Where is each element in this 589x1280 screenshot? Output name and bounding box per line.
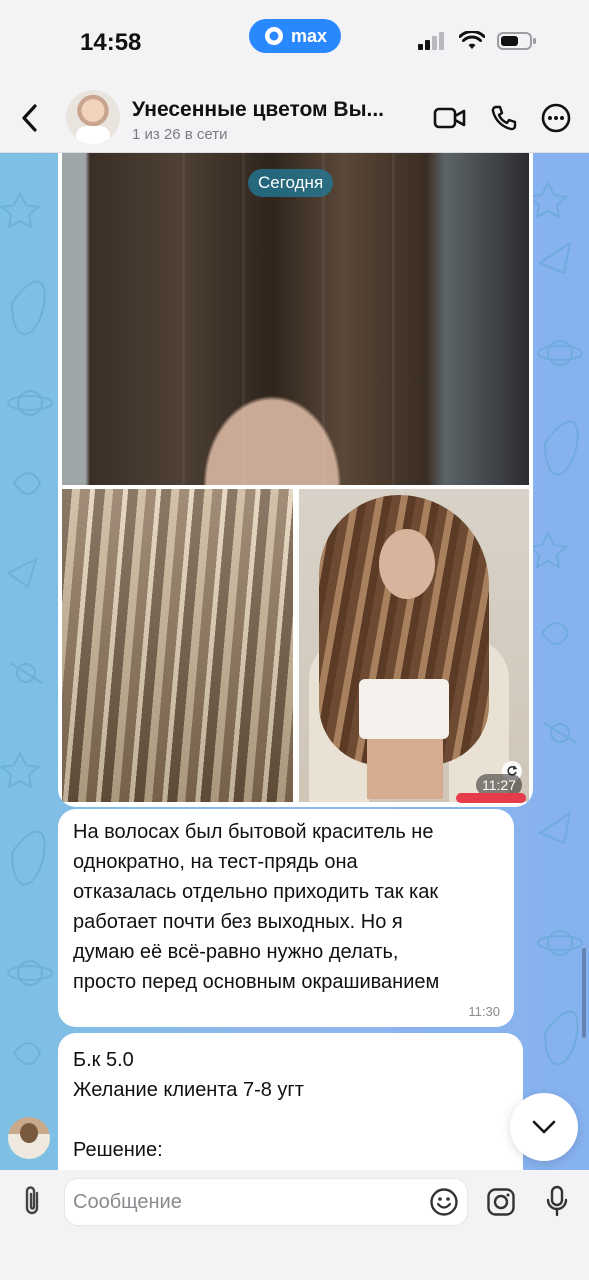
date-badge: Сегодня xyxy=(248,169,334,197)
photo-hair-before[interactable] xyxy=(62,153,529,485)
image-overlay-strip xyxy=(456,793,526,803)
phone-icon xyxy=(491,105,517,131)
message-time: 11:30 xyxy=(468,1004,500,1019)
camera-icon xyxy=(487,1188,515,1216)
max-label: max xyxy=(290,25,328,46)
chat-area[interactable]: Сегодня 11:27 На волосах был бытовой кра… xyxy=(0,153,589,1170)
emoji-button[interactable] xyxy=(428,1186,460,1218)
chevron-down-icon xyxy=(532,1120,556,1134)
photo-hair-wavy[interactable] xyxy=(299,489,529,802)
max-logo-icon xyxy=(264,27,283,45)
status-time: 14:58 xyxy=(80,29,142,56)
partial-message[interactable]: Б.к 5.0 Желание клиента 7-8 угт Решение: xyxy=(58,1033,523,1170)
microphone-icon xyxy=(546,1185,568,1217)
video-call-icon xyxy=(433,107,466,129)
attach-button[interactable] xyxy=(16,1184,50,1218)
max-app-pill: max xyxy=(249,19,341,53)
chat-subtitle: 1 из 26 в сети xyxy=(132,126,228,143)
attach-icon xyxy=(25,1186,39,1215)
back-arrow-icon xyxy=(22,104,37,132)
chat-title[interactable]: Унесенные цветом Вы... xyxy=(132,98,384,122)
photo-hair-highlights[interactable] xyxy=(62,489,293,802)
voice-button[interactable] xyxy=(540,1184,574,1218)
emoji-icon xyxy=(430,1188,458,1216)
status-icons xyxy=(417,31,537,51)
top-bar: 14:58 max Унесенные цветом Вы... 1 из 26… xyxy=(0,0,589,153)
signal-icon xyxy=(418,32,444,50)
back-button[interactable] xyxy=(14,100,44,136)
scroll-down-button[interactable] xyxy=(510,1093,578,1161)
sender-avatar[interactable] xyxy=(8,1117,50,1159)
camera-button[interactable] xyxy=(484,1185,518,1219)
video-call-button[interactable] xyxy=(432,100,468,136)
partial-message-text: Б.к 5.0 Желание клиента 7-8 угт Решение: xyxy=(73,1049,304,1161)
message-input[interactable] xyxy=(73,1179,413,1225)
battery-icon xyxy=(497,32,536,50)
scrollbar[interactable] xyxy=(582,948,586,1038)
more-button[interactable] xyxy=(538,100,574,136)
more-icon xyxy=(541,103,571,133)
composer xyxy=(0,1170,589,1280)
image-message[interactable] xyxy=(58,153,533,807)
text-message[interactable]: На волосах был бытовой краситель не одно… xyxy=(58,809,514,1027)
phone-call-button[interactable] xyxy=(486,100,522,136)
message-text: На волосах был бытовой краситель не одно… xyxy=(73,821,440,993)
chat-avatar[interactable] xyxy=(66,90,120,144)
wifi-icon xyxy=(459,31,485,49)
message-input-box[interactable] xyxy=(64,1178,468,1226)
